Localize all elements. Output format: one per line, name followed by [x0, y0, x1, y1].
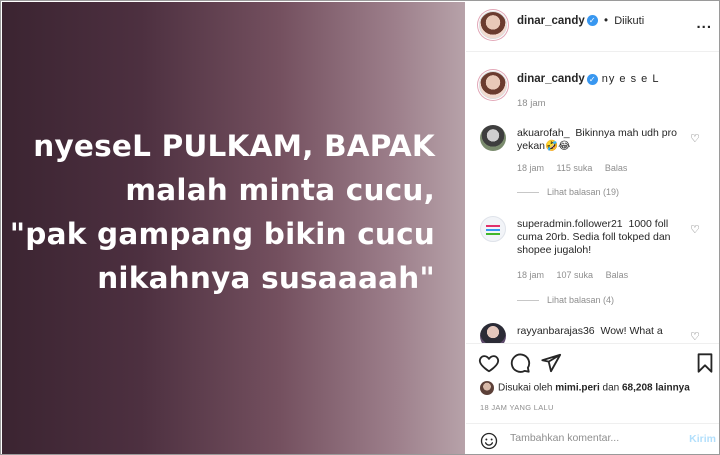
view-replies-button[interactable]: Lihat balasan (4)	[517, 295, 614, 305]
post-image-line: nikahnya susaaaah"	[97, 261, 435, 295]
instagram-post-window: nyeseL PULKAM, BAPAK malah minta cucu, "…	[0, 0, 720, 455]
comment-time[interactable]: 18 jam	[517, 270, 544, 280]
comment-username[interactable]: akuarofah_	[517, 127, 570, 139]
liked-by-line: Disukai oleh mimi.peri dan 68,208 lainny…	[480, 381, 690, 395]
header-username[interactable]: dinar_candy	[517, 15, 585, 27]
like-comment-heart-icon[interactable]: ♡	[690, 132, 700, 145]
caption-avatar[interactable]	[479, 71, 507, 99]
liked-by-prefix: Disukai oleh	[498, 382, 553, 394]
comment-likes[interactable]: 115 suka	[557, 163, 593, 173]
comment-likes[interactable]: 107 suka	[557, 270, 594, 280]
liker-avatar	[480, 381, 494, 395]
caption-text: ny e s e L	[601, 73, 660, 85]
comments-list[interactable]: dinar_candy ✓ ny e s e L 18 jam akuarofah_…	[466, 53, 719, 343]
comment-body: rayyanbarajas36 Wow! What a	[517, 325, 687, 338]
post-header: dinar_candy ✓ • Diikuti ...	[466, 2, 719, 52]
add-comment-bar: Kirim	[466, 423, 719, 454]
verified-badge-icon: ✓	[586, 73, 598, 85]
caption-username[interactable]: dinar_candy	[517, 73, 585, 85]
comment-text: Wow! What a	[600, 325, 663, 337]
like-comment-heart-icon[interactable]: ♡	[690, 330, 700, 343]
commenter-avatar[interactable]	[480, 216, 506, 242]
caption-time[interactable]: 18 jam	[517, 98, 546, 109]
liked-by-middle: dan	[602, 382, 620, 394]
likes-count[interactable]: 68,208 lainnya	[622, 383, 690, 394]
save-bookmark-icon[interactable]	[694, 352, 716, 374]
more-options-icon[interactable]: ...	[696, 15, 712, 32]
like-heart-icon[interactable]	[478, 352, 500, 374]
post-time-ago[interactable]: 18 JAM YANG LALU	[480, 403, 554, 412]
comment-username[interactable]: rayyanbarajas36	[517, 325, 595, 337]
post-actions: Disukai oleh mimi.peri dan 68,208 lainny…	[466, 343, 719, 413]
share-paper-plane-icon[interactable]	[540, 352, 562, 374]
comment-bubble-icon[interactable]	[509, 352, 531, 374]
verified-badge-icon: ✓	[586, 15, 598, 27]
post-comment-button[interactable]: Kirim	[689, 433, 716, 445]
post-side-panel: dinar_candy ✓ • Diikuti ... dinar_candy ✓ n…	[466, 2, 719, 454]
add-comment-input[interactable]	[510, 432, 680, 444]
comment-body: superadmin.follower21 1000 foll cuma 20r…	[517, 218, 687, 257]
caption: dinar_candy ✓ ny e s e L	[517, 73, 659, 85]
comment-meta: 18 jam 107 suka Balas	[517, 270, 638, 280]
header-user-line: dinar_candy ✓ • Diikuti	[517, 15, 644, 27]
following-button[interactable]: Diikuti	[614, 15, 644, 27]
commenter-avatar[interactable]	[480, 323, 506, 343]
reply-button[interactable]: Balas	[606, 270, 629, 280]
emoji-icon[interactable]	[480, 432, 498, 450]
comment-time[interactable]: 18 jam	[517, 163, 544, 173]
post-image[interactable]: nyeseL PULKAM, BAPAK malah minta cucu, "…	[2, 2, 465, 454]
liked-by-user[interactable]: mimi.peri	[555, 383, 599, 394]
comment-body: akuarofah_ Bikinnya mah udh pro yekan🤣😂	[517, 127, 687, 153]
reply-button[interactable]: Balas	[605, 163, 628, 173]
post-image-line: "pak gampang bikin cucu	[9, 217, 435, 251]
comment-meta: 18 jam 115 suka Balas	[517, 163, 637, 173]
commenter-avatar[interactable]	[480, 125, 506, 151]
avatar[interactable]	[479, 11, 507, 39]
separator-dot: •	[603, 15, 608, 27]
view-replies-button[interactable]: Lihat balasan (19)	[517, 187, 619, 197]
like-comment-heart-icon[interactable]: ♡	[690, 223, 700, 236]
post-image-line: malah minta cucu,	[125, 173, 435, 207]
post-image-text: nyeseL PULKAM, BAPAK malah minta cucu, "…	[10, 124, 435, 300]
comment-username[interactable]: superadmin.follower21	[517, 218, 623, 230]
post-image-line: nyeseL PULKAM, BAPAK	[33, 129, 435, 163]
